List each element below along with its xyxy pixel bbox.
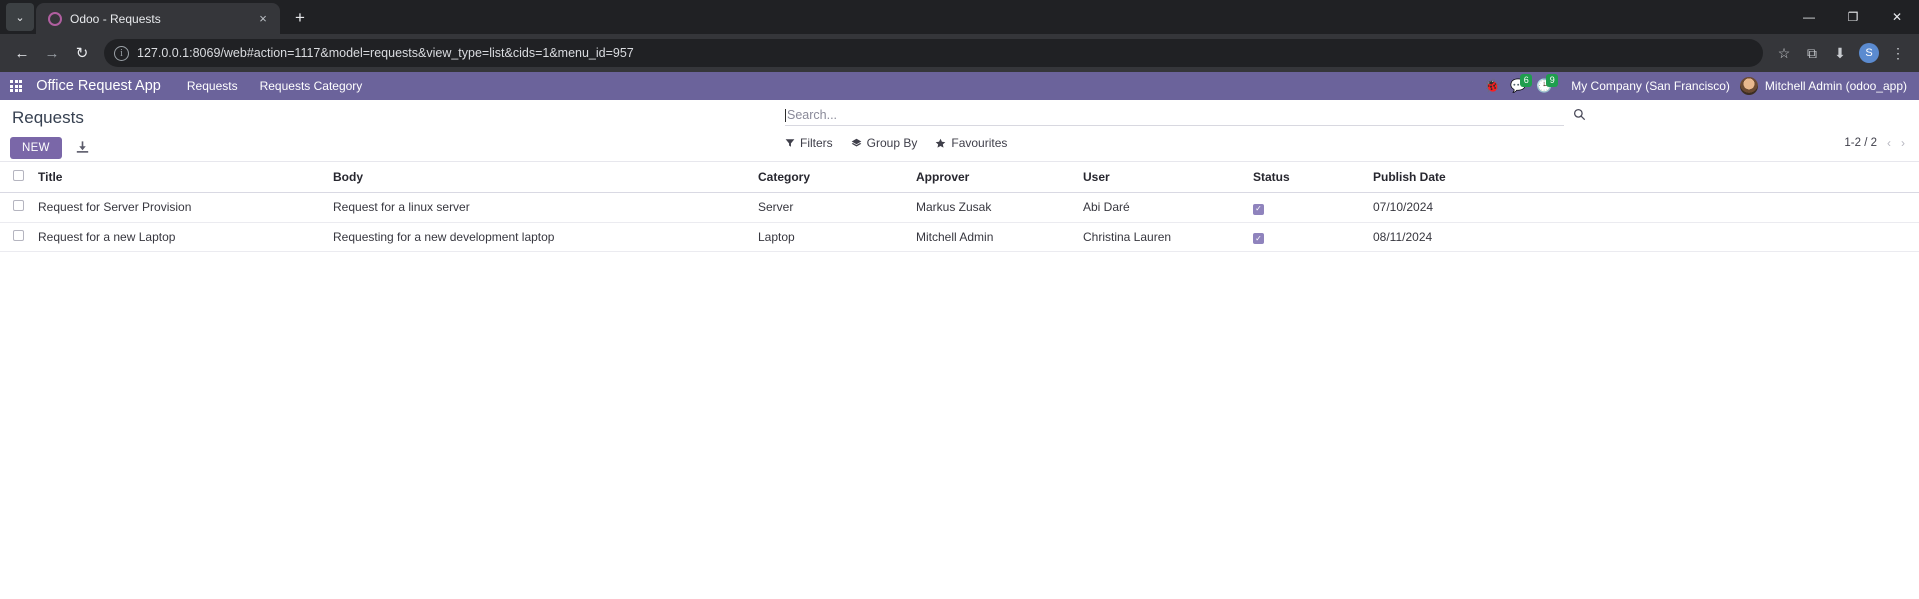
company-switcher[interactable]: My Company (San Francisco) [1571, 79, 1730, 93]
cell-publish-date: 08/11/2024 [1367, 222, 1919, 252]
filters-button[interactable]: Filters [785, 136, 833, 150]
browser-toolbar: ← → ↻ i 127.0.0.1:8069/web#action=1117&m… [0, 34, 1919, 72]
cell-body: Requesting for a new development laptop [327, 222, 752, 252]
navbar-menu: Requests Requests Category [187, 79, 362, 93]
profile-avatar[interactable]: S [1859, 43, 1879, 63]
search-placeholder: Search... [787, 108, 838, 122]
table-header-row: Title Body Category Approver User Status… [0, 162, 1919, 193]
avatar [1739, 77, 1758, 95]
breadcrumb[interactable]: Requests [10, 108, 84, 128]
url-text: 127.0.0.1:8069/web#action=1117&model=req… [137, 46, 634, 60]
column-status[interactable]: Status [1247, 162, 1367, 193]
activities-icon[interactable]: 🕒 9 [1531, 74, 1559, 97]
cell-approver: Markus Zusak [910, 192, 1077, 223]
column-user[interactable]: User [1077, 162, 1247, 193]
navbar-right: 🐞 💬 6 🕒 9 My Company (San Francisco) Mit… [1479, 74, 1907, 97]
favourites-label: Favourites [951, 136, 1008, 150]
download-icon[interactable] [76, 140, 89, 157]
back-icon[interactable]: ← [8, 39, 36, 67]
table-body: Request for Server Provision Request for… [0, 192, 1919, 252]
cell-user: Christina Lauren [1077, 222, 1247, 252]
search-area: Search... [785, 108, 1586, 126]
browser-menu-icon[interactable]: ⋮ [1885, 40, 1911, 66]
cell-approver: Mitchell Admin [910, 222, 1077, 252]
cell-title: Request for Server Provision [32, 192, 327, 223]
records-table: Title Body Category Approver User Status… [0, 162, 1919, 252]
browser-tab[interactable]: Odoo - Requests × [36, 3, 280, 34]
messages-icon[interactable]: 💬 6 [1505, 74, 1533, 97]
control-panel: Requests Search... NEW Filters Group By … [0, 100, 1919, 162]
pager: 1-2 / 2 ‹ › [1844, 136, 1905, 150]
pager-next-icon[interactable]: › [1901, 136, 1905, 150]
cell-publish-date: 07/10/2024 [1367, 192, 1919, 223]
group-by-label: Group By [866, 136, 918, 150]
window-close-button[interactable]: ✕ [1875, 1, 1919, 33]
apps-grid-icon[interactable] [10, 79, 23, 93]
row-select-cell[interactable] [0, 222, 32, 252]
table-row[interactable]: Request for a new Laptop Requesting for … [0, 222, 1919, 252]
cell-user: Abi Daré [1077, 192, 1247, 223]
address-bar[interactable]: i 127.0.0.1:8069/web#action=1117&model=r… [104, 39, 1763, 67]
extensions-icon[interactable]: ⧉ [1799, 40, 1825, 66]
reload-icon[interactable]: ↻ [68, 39, 96, 67]
row-checkbox[interactable] [13, 200, 24, 212]
new-tab-button[interactable]: + [286, 4, 314, 32]
menu-item-requests[interactable]: Requests [187, 79, 238, 93]
minimize-button[interactable]: — [1787, 1, 1831, 33]
cell-category: Server [752, 192, 910, 223]
close-icon[interactable]: × [254, 10, 272, 28]
status-checkbox[interactable]: ✓ [1253, 203, 1264, 215]
column-title[interactable]: Title [32, 162, 327, 193]
tab-strip: ⌄ Odoo - Requests × + [0, 0, 1919, 34]
bug-glyph: 🐞 [1484, 78, 1501, 93]
list-view: Title Body Category Approver User Status… [0, 162, 1919, 252]
cell-title: Request for a new Laptop [32, 222, 327, 252]
cell-category: Laptop [752, 222, 910, 252]
select-all-checkbox[interactable] [13, 170, 24, 181]
text-caret [785, 108, 786, 122]
status-checkbox[interactable]: ✓ [1253, 233, 1264, 244]
row-checkbox[interactable] [13, 229, 24, 241]
user-menu[interactable]: Mitchell Admin (odoo_app) [1739, 77, 1907, 95]
column-publish-date[interactable]: Publish Date [1367, 162, 1919, 193]
window-controls: — ❐ ✕ [1787, 0, 1919, 34]
bug-icon[interactable]: 🐞 [1479, 75, 1505, 97]
bookmark-star-icon[interactable]: ☆ [1771, 40, 1797, 66]
downloads-icon[interactable]: ⬇ [1827, 40, 1853, 66]
column-category[interactable]: Category [752, 162, 910, 193]
row-select-cell[interactable] [0, 192, 32, 223]
tab-title: Odoo - Requests [70, 11, 161, 26]
group-by-button[interactable]: Group By [851, 136, 918, 150]
funnel-icon [785, 139, 795, 147]
menu-item-requests-category[interactable]: Requests Category [260, 79, 363, 93]
filter-bar: Filters Group By Favourites [785, 136, 1007, 150]
tab-search-button[interactable]: ⌄ [6, 3, 34, 31]
select-all-cell[interactable] [0, 162, 32, 193]
layers-icon [851, 138, 861, 146]
app-brand[interactable]: Office Request App [36, 78, 161, 94]
cell-status[interactable]: ✓ [1247, 222, 1367, 252]
filters-label: Filters [800, 136, 833, 150]
site-info-icon[interactable]: i [114, 45, 129, 61]
cell-body: Request for a linux server [327, 192, 752, 223]
cell-status[interactable]: ✓ [1247, 192, 1367, 223]
forward-icon[interactable]: → [38, 39, 66, 67]
pager-range: 1-2 / 2 [1844, 137, 1877, 149]
odoo-favicon-icon [48, 11, 62, 26]
search-input[interactable]: Search... [785, 108, 1564, 126]
favourites-button[interactable]: Favourites [935, 136, 1007, 150]
table-row[interactable]: Request for Server Provision Request for… [0, 192, 1919, 223]
column-body[interactable]: Body [327, 162, 752, 193]
star-icon [936, 138, 946, 148]
activities-badge: 9 [1546, 74, 1559, 87]
column-approver[interactable]: Approver [910, 162, 1077, 193]
user-name: Mitchell Admin (odoo_app) [1764, 79, 1907, 93]
new-button[interactable]: NEW [10, 137, 62, 159]
browser-chrome: ⌄ Odoo - Requests × + — ❐ ✕ ← → ↻ i 127.… [0, 0, 1919, 72]
odoo-navbar: Office Request App Requests Requests Cat… [0, 72, 1919, 100]
pager-previous-icon[interactable]: ‹ [1887, 136, 1891, 150]
maximize-button[interactable]: ❐ [1831, 1, 1875, 33]
search-icon[interactable] [1573, 108, 1586, 124]
